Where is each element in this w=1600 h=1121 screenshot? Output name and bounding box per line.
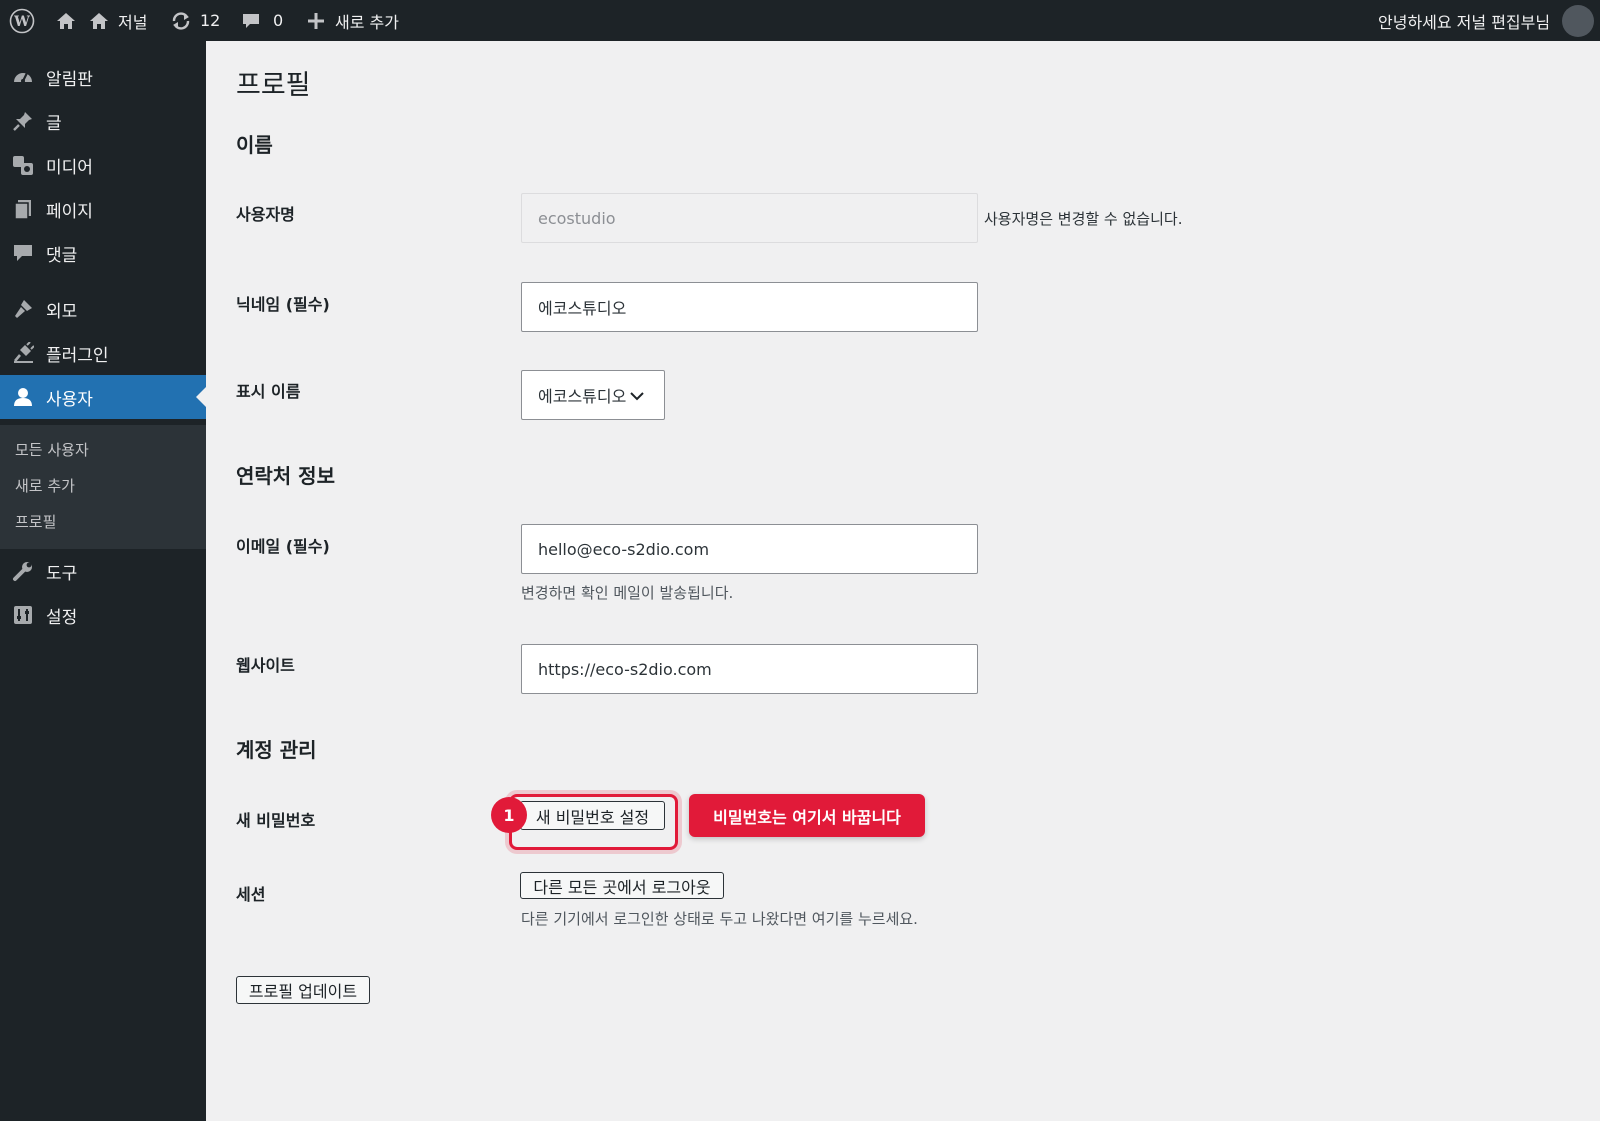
website-label: 웹사이트 (236, 656, 295, 675)
username-label: 사용자명 (236, 205, 295, 224)
wrench-icon (12, 560, 34, 582)
username-field: ecostudio (521, 193, 978, 243)
sidebar-item-appearance[interactable]: 외모 (0, 287, 206, 331)
user-icon (12, 386, 34, 408)
sidebar-item-comments[interactable]: 댓글 (0, 231, 206, 275)
svg-text:W: W (13, 14, 30, 30)
submenu-all-users[interactable]: 모든 사용자 (15, 439, 89, 460)
section-contact-heading: 연락처 정보 (236, 464, 335, 488)
new-content-label: 새로 추가 (335, 12, 399, 32)
updates-count: 12 (200, 11, 221, 30)
media-icon (12, 154, 34, 176)
site-name: 저널 (118, 12, 148, 32)
plus-icon (307, 12, 325, 30)
wordpress-logo-icon[interactable]: W (9, 0, 35, 41)
sidebar-item-pages[interactable]: 페이지 (0, 187, 206, 231)
updates-link[interactable]: 12 (170, 0, 220, 41)
admin-sidebar: 알림판 글 미디어 페이지 댓글 외모 플러그인 사용자 모든 사용자 새로 추… (0, 41, 206, 1121)
step-badge: 1 (491, 797, 527, 833)
page-title: 프로필 (236, 70, 311, 101)
comments-link[interactable]: 0 (241, 0, 283, 41)
main-content: 프로필 이름 사용자명 ecostudio 사용자명은 변경할 수 없습니다. … (206, 41, 1600, 1121)
avatar (1562, 4, 1595, 37)
email-label: 이메일 (필수) (236, 537, 330, 556)
display-name-label: 표시 이름 (236, 382, 301, 401)
logout-everywhere-button[interactable]: 다른 모든 곳에서 로그아웃 (520, 872, 724, 899)
display-name-select[interactable]: 에코스튜디오 (521, 370, 665, 420)
sidebar-item-dashboard[interactable]: 알림판 (0, 55, 206, 99)
section-name-heading: 이름 (236, 133, 273, 157)
new-content-link[interactable]: 새로 추가 (307, 0, 399, 41)
settings-icon (12, 604, 34, 626)
new-password-label: 새 비밀번호 (236, 811, 316, 830)
page-icon (12, 198, 34, 220)
users-submenu: 모든 사용자 새로 추가 프로필 (0, 425, 206, 549)
admin-bar: W 저널 12 0 새로 추가 안녕하세요 저널 편집부님 (0, 0, 1600, 41)
comment-icon (12, 242, 34, 264)
comment-icon (241, 11, 261, 31)
greeting-text: 안녕하세요 저널 편집부님 (1378, 12, 1551, 32)
brush-icon (12, 298, 34, 320)
site-name-link[interactable]: 저널 (89, 0, 147, 41)
pin-icon (12, 110, 34, 132)
section-account-heading: 계정 관리 (236, 738, 317, 762)
display-name-value: 에코스튜디오 (538, 387, 627, 406)
submenu-add-new[interactable]: 새로 추가 (15, 475, 75, 496)
website-field[interactable]: https://eco-s2dio.com (521, 644, 978, 694)
annotation-callout: 비밀번호는 여기서 바꿉니다 (689, 794, 925, 837)
set-new-password-button[interactable]: 새 비밀번호 설정 (520, 801, 665, 830)
email-field[interactable]: hello@eco-s2dio.com (521, 524, 978, 574)
sidebar-item-media[interactable]: 미디어 (0, 143, 206, 187)
sessions-note: 다른 기기에서 로그인한 상태로 두고 나왔다면 여기를 누르세요. (521, 910, 918, 928)
home-icon (89, 11, 109, 31)
sidebar-item-settings[interactable]: 설정 (0, 593, 206, 637)
update-profile-button[interactable]: 프로필 업데이트 (236, 976, 370, 1004)
username-note: 사용자명은 변경할 수 없습니다. (984, 210, 1183, 228)
account-menu[interactable]: 안녕하세요 저널 편집부님 (1378, 0, 1595, 41)
submenu-profile[interactable]: 프로필 (15, 511, 56, 532)
sidebar-item-plugins[interactable]: 플러그인 (0, 331, 206, 375)
sidebar-item-users[interactable]: 사용자 (0, 375, 206, 419)
comments-count: 0 (273, 11, 284, 30)
chevron-down-icon (630, 386, 645, 405)
sidebar-item-posts[interactable]: 글 (0, 99, 206, 143)
plugin-icon (12, 341, 35, 364)
nickname-field[interactable]: 에코스튜디오 (521, 282, 978, 332)
nickname-label: 닉네임 (필수) (236, 295, 330, 314)
sessions-label: 세션 (236, 885, 266, 904)
dashboard-icon (12, 66, 34, 88)
sidebar-item-tools[interactable]: 도구 (0, 549, 206, 593)
refresh-icon (170, 11, 192, 31)
email-note: 변경하면 확인 메일이 발송됩니다. (521, 584, 734, 602)
home-icon[interactable] (56, 0, 76, 41)
